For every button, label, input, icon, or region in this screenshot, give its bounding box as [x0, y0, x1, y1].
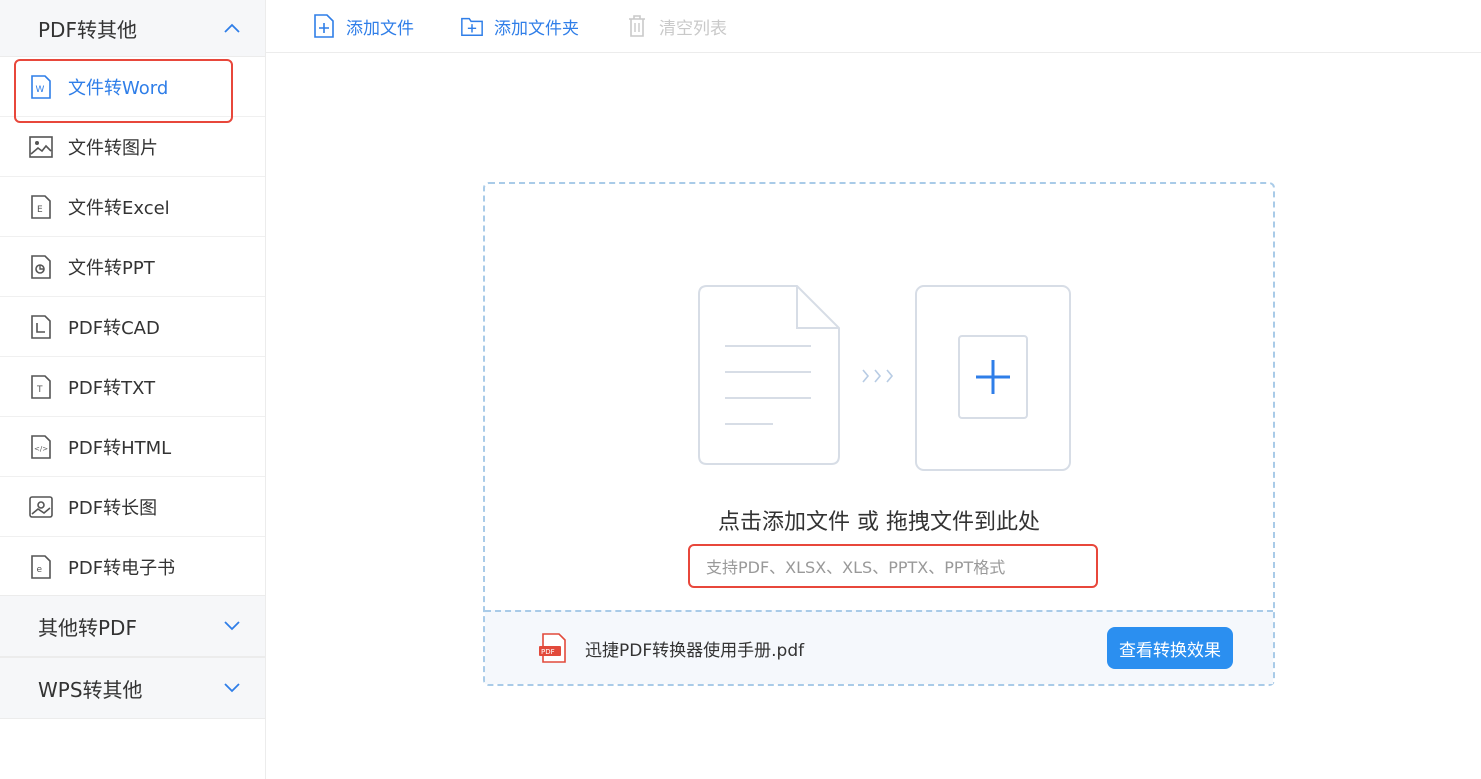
group-pdf-to-other[interactable]: PDF转其他 — [0, 0, 265, 57]
cad-file-icon — [28, 314, 54, 340]
txt-file-icon: T — [28, 374, 54, 400]
image-file-icon — [28, 134, 54, 160]
add-file-button[interactable]: 添加文件 — [312, 13, 414, 39]
add-folder-label: 添加文件夹 — [494, 18, 579, 39]
pdf-file-icon: PDF — [539, 632, 569, 664]
ppt-file-icon — [28, 254, 54, 280]
ebook-file-icon: e — [28, 554, 54, 580]
sidebar-item-pdf-to-html[interactable]: </> PDF转HTML — [0, 417, 265, 477]
sidebar-item-label: PDF转CAD — [68, 317, 160, 339]
drop-title: 点击添加文件 或 拖拽文件到此处 — [718, 510, 1040, 535]
sidebar-item-pdf-to-txt[interactable]: T PDF转TXT — [0, 357, 265, 417]
sidebar-item-pdf-to-long-image[interactable]: PDF转长图 — [0, 477, 265, 537]
supported-formats: 支持PDF、XLSX、XLS、PPTX、PPT格式 — [688, 544, 1098, 588]
sidebar-item-label: PDF转长图 — [68, 497, 158, 519]
add-folder-button[interactable]: 添加文件夹 — [460, 13, 579, 39]
excel-file-icon: E — [28, 194, 54, 220]
toolbar: 添加文件 添加文件夹 清空列表 — [266, 0, 1481, 53]
sample-file-name[interactable]: 迅捷PDF转换器使用手册.pdf — [585, 636, 804, 661]
view-conversion-result-button[interactable]: 查看转换效果 — [1107, 627, 1233, 669]
svg-text:e: e — [37, 565, 43, 575]
chevron-up-icon — [223, 19, 241, 37]
chevron-down-icon — [223, 679, 241, 697]
file-drop-zone[interactable]: 点击添加文件 或 拖拽文件到此处 支持PDF、XLSX、XLS、PPTX、PPT… — [483, 182, 1275, 686]
supported-formats-text: 支持PDF、XLSX、XLS、PPTX、PPT格式 — [706, 558, 1006, 577]
group-other-to-pdf-label: 其他转PDF — [38, 615, 137, 640]
sidebar-item-file-to-image[interactable]: 文件转图片 — [0, 117, 265, 177]
sidebar-item-file-to-excel[interactable]: E 文件转Excel — [0, 177, 265, 237]
add-file-icon — [312, 13, 336, 39]
collapsed-groups: 其他转PDF WPS转其他 — [0, 595, 265, 719]
sample-file-bar: PDF 迅捷PDF转换器使用手册.pdf 查看转换效果 — [485, 610, 1273, 684]
trash-icon — [625, 13, 649, 39]
group-wps-to-other-label: WPS转其他 — [38, 677, 143, 702]
sidebar-item-pdf-to-ebook[interactable]: e PDF转电子书 — [0, 537, 265, 597]
sidebar-item-label: 文件转Excel — [68, 197, 170, 219]
clear-list-button[interactable]: 清空列表 — [625, 13, 727, 39]
group-other-to-pdf[interactable]: 其他转PDF — [0, 595, 265, 657]
sidebar-item-label: 文件转PPT — [68, 257, 155, 279]
add-folder-icon — [460, 13, 484, 39]
sidebar-item-label: PDF转HTML — [68, 437, 172, 459]
group-pdf-to-other-label: PDF转其他 — [38, 17, 137, 42]
drop-illustration — [697, 284, 1073, 478]
sidebar-item-label: PDF转TXT — [68, 377, 156, 399]
group-wps-to-other[interactable]: WPS转其他 — [0, 657, 265, 719]
sidebar-item-file-to-word[interactable]: W 文件转Word — [0, 57, 265, 123]
svg-text:PDF: PDF — [541, 648, 555, 656]
highlight-box — [14, 59, 233, 123]
clear-list-label: 清空列表 — [659, 18, 727, 39]
chevron-down-icon — [223, 617, 241, 635]
sidebar-item-pdf-to-cad[interactable]: PDF转CAD — [0, 297, 265, 357]
html-file-icon: </> — [28, 434, 54, 460]
sidebar-item-label: PDF转电子书 — [68, 557, 176, 579]
add-file-label: 添加文件 — [346, 18, 414, 39]
sidebar: PDF转其他 W 文件转Word 文件转图片 E 文件转Excel 文件转PPT — [0, 0, 266, 779]
long-image-icon — [28, 494, 54, 520]
sidebar-item-file-to-ppt[interactable]: 文件转PPT — [0, 237, 265, 297]
svg-text:E: E — [37, 205, 43, 215]
sidebar-item-label: 文件转图片 — [68, 137, 158, 159]
svg-text:</>: </> — [34, 445, 48, 453]
svg-text:T: T — [36, 385, 43, 395]
